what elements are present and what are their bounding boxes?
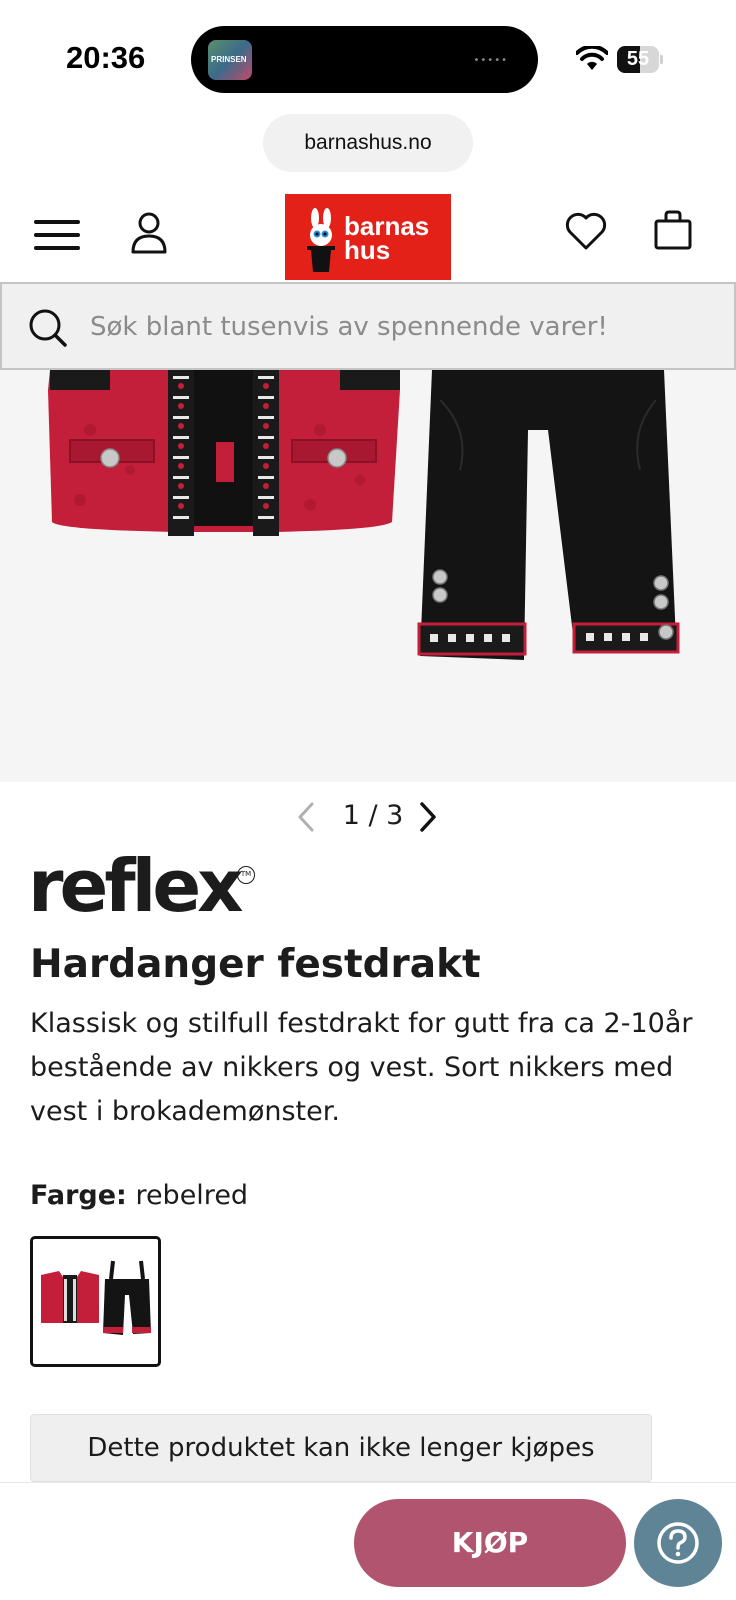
battery-icon: 55 <box>617 46 663 73</box>
wishlist-heart-icon[interactable] <box>564 210 608 252</box>
dynamic-island[interactable]: PRINSEN ••••• <box>191 26 538 93</box>
address-bar[interactable]: barnashus.no <box>263 114 473 172</box>
status-time: 20:36 <box>66 40 146 75</box>
trademark-mark: TM <box>237 866 255 884</box>
bottom-action-bar: KJØP <box>0 1482 736 1600</box>
gallery-page-indicator: 1 / 3 <box>342 800 404 831</box>
user-account-icon[interactable] <box>130 212 168 254</box>
search-icon[interactable] <box>28 308 68 348</box>
gallery-pager: 1 / 3 <box>0 796 736 840</box>
search-bar <box>0 282 736 370</box>
wifi-icon <box>576 46 608 70</box>
unavailable-notice: Dette produktet kan ikke lenger kjøpes <box>30 1414 652 1482</box>
site-logo[interactable]: barnas hus <box>285 194 451 280</box>
battery-text: 55 <box>626 48 650 70</box>
question-mark-icon <box>657 1522 699 1564</box>
color-row: Farge: rebelred <box>30 1180 248 1211</box>
now-playing-thumbnail: PRINSEN <box>208 40 252 80</box>
shopping-bag-icon[interactable] <box>654 210 692 250</box>
product-description: Klassisk og stilfull festdrakt for gutt … <box>30 1008 693 1127</box>
site-header: barnas hus <box>0 192 736 282</box>
product-image <box>48 370 680 660</box>
hamburger-menu-icon[interactable] <box>34 216 80 252</box>
color-swatch-rebelred[interactable] <box>30 1236 161 1367</box>
search-input[interactable] <box>90 304 710 350</box>
chevron-right-icon[interactable] <box>416 800 440 834</box>
brand-logo[interactable]: reflex <box>28 846 244 926</box>
color-label: Farge: <box>30 1180 127 1211</box>
logo-text-line2: hus <box>344 235 391 265</box>
buy-button[interactable]: KJØP <box>354 1499 626 1587</box>
bunny-logo-icon <box>307 208 335 272</box>
product-image-gallery[interactable] <box>0 370 736 782</box>
product-title: Hardanger festdrakt <box>30 942 481 987</box>
chevron-left-icon[interactable] <box>294 800 318 834</box>
help-button[interactable] <box>634 1499 722 1587</box>
now-playing-thumb-text: PRINSEN <box>211 55 247 64</box>
audio-wave-icon: ••••• <box>473 55 508 66</box>
swatch-thumbnail <box>41 1260 151 1335</box>
color-value: rebelred <box>135 1180 249 1211</box>
status-bar: 20:36 PRINSEN ••••• 55 <box>0 0 736 110</box>
